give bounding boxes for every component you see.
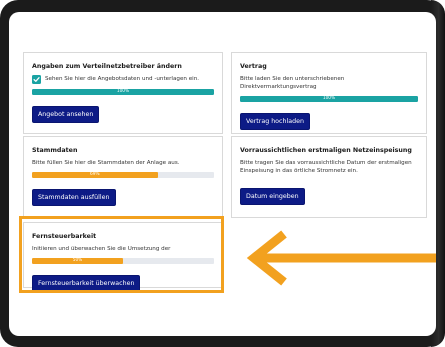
card-title-feed-in: Vorraussichtlichen erstmaligen Netzeinsp… bbox=[240, 147, 412, 154]
progress-label-distributor: 100% bbox=[116, 88, 130, 94]
checkbox-row: Sehen Sie hier die Angebotsdaten und -un… bbox=[32, 74, 214, 84]
card-distributor: Angaben zum Verteilnetzbetreiber ändern … bbox=[23, 52, 223, 134]
progress-distributor: 100% bbox=[32, 88, 214, 95]
card-text-master-data: Bitte füllen Sie hier die Stammdaten der… bbox=[32, 159, 180, 166]
card-title-contract: Vertrag bbox=[240, 63, 267, 70]
card-master-data: Stammdaten Bitte füllen Sie hier die Sta… bbox=[23, 136, 223, 218]
enter-date-button[interactable]: Datum eingeben bbox=[240, 187, 305, 206]
card-title-distributor: Angaben zum Verteilnetzbetreiber ändern bbox=[32, 63, 182, 70]
card-text-feed-in: Bitte tragen Sie das vorraussichtliche D… bbox=[240, 159, 412, 174]
checkbox-label: Sehen Sie hier die Angebotsdaten und -un… bbox=[45, 75, 200, 82]
arrow-left-icon bbox=[246, 230, 436, 286]
card-title-master-data: Stammdaten bbox=[32, 147, 78, 154]
progress-master-data: 69% bbox=[32, 171, 214, 178]
card-text-contract: Bitte laden Sie den unterschriebenen Dir… bbox=[240, 75, 345, 90]
fill-master-data-button[interactable]: Stammdaten ausfüllen bbox=[32, 188, 116, 207]
screen: Angaben zum Verteilnetzbetreiber ändern … bbox=[9, 12, 436, 336]
highlight-frame bbox=[19, 216, 224, 293]
upload-contract-button[interactable]: Vertrag hochladen bbox=[240, 112, 310, 131]
view-offer-button[interactable]: Angebot ansehen bbox=[32, 105, 100, 124]
card-feed-in: Vorraussichtlichen erstmaligen Netzeinsp… bbox=[231, 136, 427, 218]
offer-checkbox[interactable] bbox=[32, 74, 41, 84]
progress-label-master-data: 69% bbox=[90, 171, 100, 177]
progress-contract: 100% bbox=[240, 95, 418, 102]
progress-label-contract: 100% bbox=[322, 95, 336, 101]
check-icon bbox=[33, 76, 40, 82]
card-contract: Vertrag Bitte laden Sie den unterschrieb… bbox=[231, 52, 427, 134]
